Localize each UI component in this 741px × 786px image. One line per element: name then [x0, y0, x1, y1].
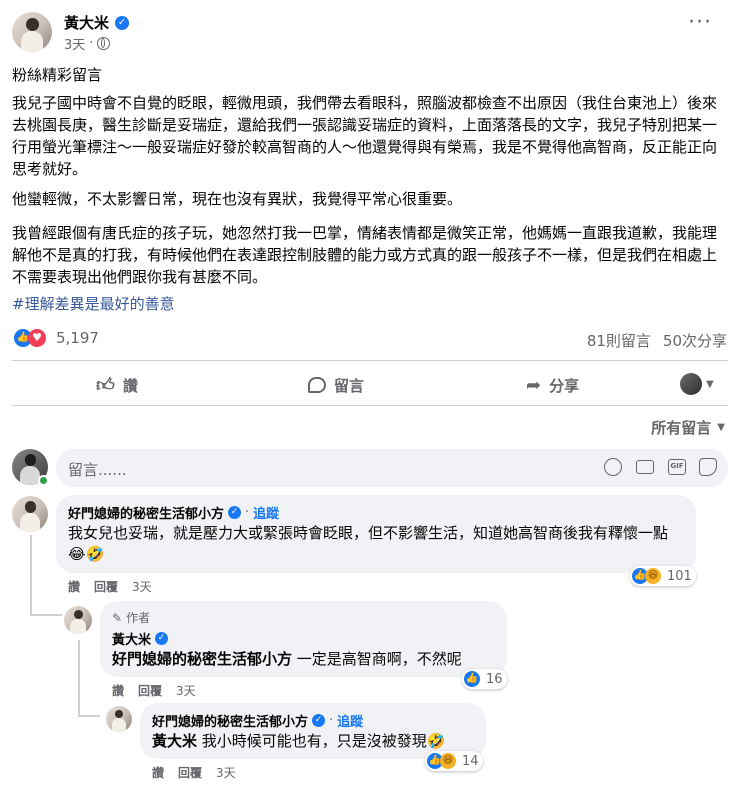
comment-sort-label: 所有留言 — [651, 419, 712, 437]
commenter-avatar[interactable] — [106, 706, 132, 732]
globe-icon — [97, 37, 111, 50]
hashtag-link[interactable]: #理解差異是最好的善意 — [12, 293, 175, 314]
commenter-avatar[interactable] — [12, 496, 48, 532]
author-badge: 作者 — [126, 611, 151, 625]
comment-mention[interactable]: 黃大米 — [152, 732, 197, 750]
like-button[interactable]: 👍︎ 讚 — [96, 370, 138, 400]
comment-bubble: 好門媳婦的秘密生活郁小方 ✓ · 追蹤 我女兒也妥瑞，就是壓力大或緊張時會眨眼，… — [56, 495, 696, 573]
comment-reply-button[interactable]: 回覆 — [94, 578, 118, 595]
comment-reaction-count: 14 — [462, 753, 479, 769]
viewer-avatar — [680, 373, 702, 395]
comment-mention[interactable]: 好門媳婦的秘密生活郁小方 — [112, 650, 292, 668]
speech-bubble-icon — [308, 377, 326, 393]
share-arrow-icon: ➦ — [526, 374, 542, 396]
comment-bubble: ✎ 作者 黃大米 ✓ 好門媳婦的秘密生活郁小方 一定是高智商啊，不然呢 — [100, 601, 507, 677]
thread-line — [78, 715, 100, 717]
post-author-name[interactable]: 黃大米 — [64, 12, 109, 33]
comment-like-button[interactable]: 讚 — [68, 578, 80, 595]
comment-time[interactable]: 3天 — [132, 578, 152, 595]
comment-time[interactable]: 3天 — [216, 764, 236, 781]
like-reaction-icon: 👍 — [464, 671, 480, 687]
follow-button[interactable]: 追蹤 — [253, 503, 279, 522]
comment-text: 我小時候可能也有，只是沒被發現🤣 — [201, 732, 446, 750]
comment-time[interactable]: 3天 — [176, 682, 196, 699]
share-button-label: 分享 — [549, 376, 580, 395]
gif-icon[interactable]: GIF — [668, 459, 686, 475]
comment-input[interactable]: 留言...... — [68, 459, 127, 480]
author-avatar[interactable] — [64, 606, 92, 634]
verified-icon: ✓ — [155, 632, 169, 645]
thumbs-up-icon: 👍︎ — [96, 375, 115, 396]
like-button-label: 讚 — [122, 376, 138, 395]
haha-reaction-icon: 😆 — [440, 753, 456, 769]
chevron-down-icon: ▼ — [717, 422, 725, 433]
comment-reactions[interactable]: 👍 😆 101 — [630, 566, 696, 586]
haha-reaction-icon: 😆 — [645, 568, 661, 584]
comment-composer[interactable]: 留言...... GIF — [56, 449, 728, 487]
divider — [12, 405, 728, 406]
comment-text: 一定是高智商啊，不然呢 — [296, 650, 462, 668]
comment-reactions[interactable]: 👍 16 — [462, 669, 507, 689]
separator: · — [245, 505, 250, 520]
share-button[interactable]: ➦ 分享 — [526, 370, 579, 400]
comment-sort-dropdown[interactable]: 所有留言 ▼ — [651, 417, 725, 438]
comment-button[interactable]: 留言 — [308, 370, 364, 400]
verified-icon: ✓ — [228, 506, 242, 519]
pencil-icon: ✎ — [112, 610, 123, 625]
love-reaction-icon: ♥ — [28, 329, 46, 347]
camera-icon[interactable] — [636, 460, 654, 474]
commenter-name[interactable]: 好門媳婦的秘密生活郁小方 — [68, 503, 224, 522]
emoji-icon[interactable] — [604, 458, 622, 476]
more-options-icon[interactable]: ··· — [688, 12, 712, 34]
comment-reply-button[interactable]: 回覆 — [138, 682, 162, 699]
reaction-count[interactable]: 5,197 — [56, 329, 99, 347]
thread-line — [30, 614, 62, 616]
thread-line — [30, 535, 32, 615]
share-count[interactable]: 50次分享 — [663, 330, 727, 351]
audience-selector[interactable]: ▼ — [680, 373, 714, 395]
post-time[interactable]: 3天 — [64, 34, 85, 53]
comment-like-button[interactable]: 讚 — [152, 764, 164, 781]
comment-text: 我女兒也妥瑞，就是壓力大或緊張時會眨眼，但不影響生活，知道她高智商後我有釋懷一點… — [68, 524, 669, 563]
divider — [12, 360, 728, 361]
sticker-icon[interactable] — [699, 458, 717, 476]
online-status-dot — [38, 475, 49, 486]
follow-button[interactable]: 追蹤 — [337, 711, 363, 730]
post-paragraph: 我兒子國中時會不自覺的眨眼，輕微甩頭，我們帶去看眼科，照腦波都檢查不出原因（我住… — [12, 94, 718, 178]
commenter-name[interactable]: 好門媳婦的秘密生活郁小方 — [152, 711, 308, 730]
comment-reaction-count: 16 — [486, 671, 503, 687]
comment-count[interactable]: 81則留言 — [587, 330, 651, 351]
chevron-down-icon: ▼ — [706, 378, 714, 390]
comment-reply-button[interactable]: 回覆 — [178, 764, 202, 781]
comment-reactions[interactable]: 👍 😆 14 — [425, 751, 483, 771]
comment-reaction-count: 101 — [667, 568, 692, 584]
verified-icon: ✓ — [115, 15, 130, 30]
post-title: 粉絲精彩留言 — [12, 66, 103, 84]
author-avatar[interactable] — [12, 12, 52, 52]
comment-like-button[interactable]: 讚 — [112, 682, 124, 699]
post-paragraph: 我曾經跟個有唐氏症的孩子玩，她忽然打我一巴掌，情緒表情都是微笑正常，他媽媽一直跟… — [12, 224, 718, 286]
comment-button-label: 留言 — [334, 376, 365, 395]
separator: · — [89, 36, 94, 51]
commenter-name[interactable]: 黃大米 — [112, 629, 151, 648]
thread-line — [78, 640, 80, 716]
verified-icon: ✓ — [312, 714, 326, 727]
post-paragraph: 他蠻輕微，不太影響日常，現在也沒有異狀，我覺得平常心很重要。 — [12, 190, 463, 208]
separator: · — [329, 713, 334, 728]
